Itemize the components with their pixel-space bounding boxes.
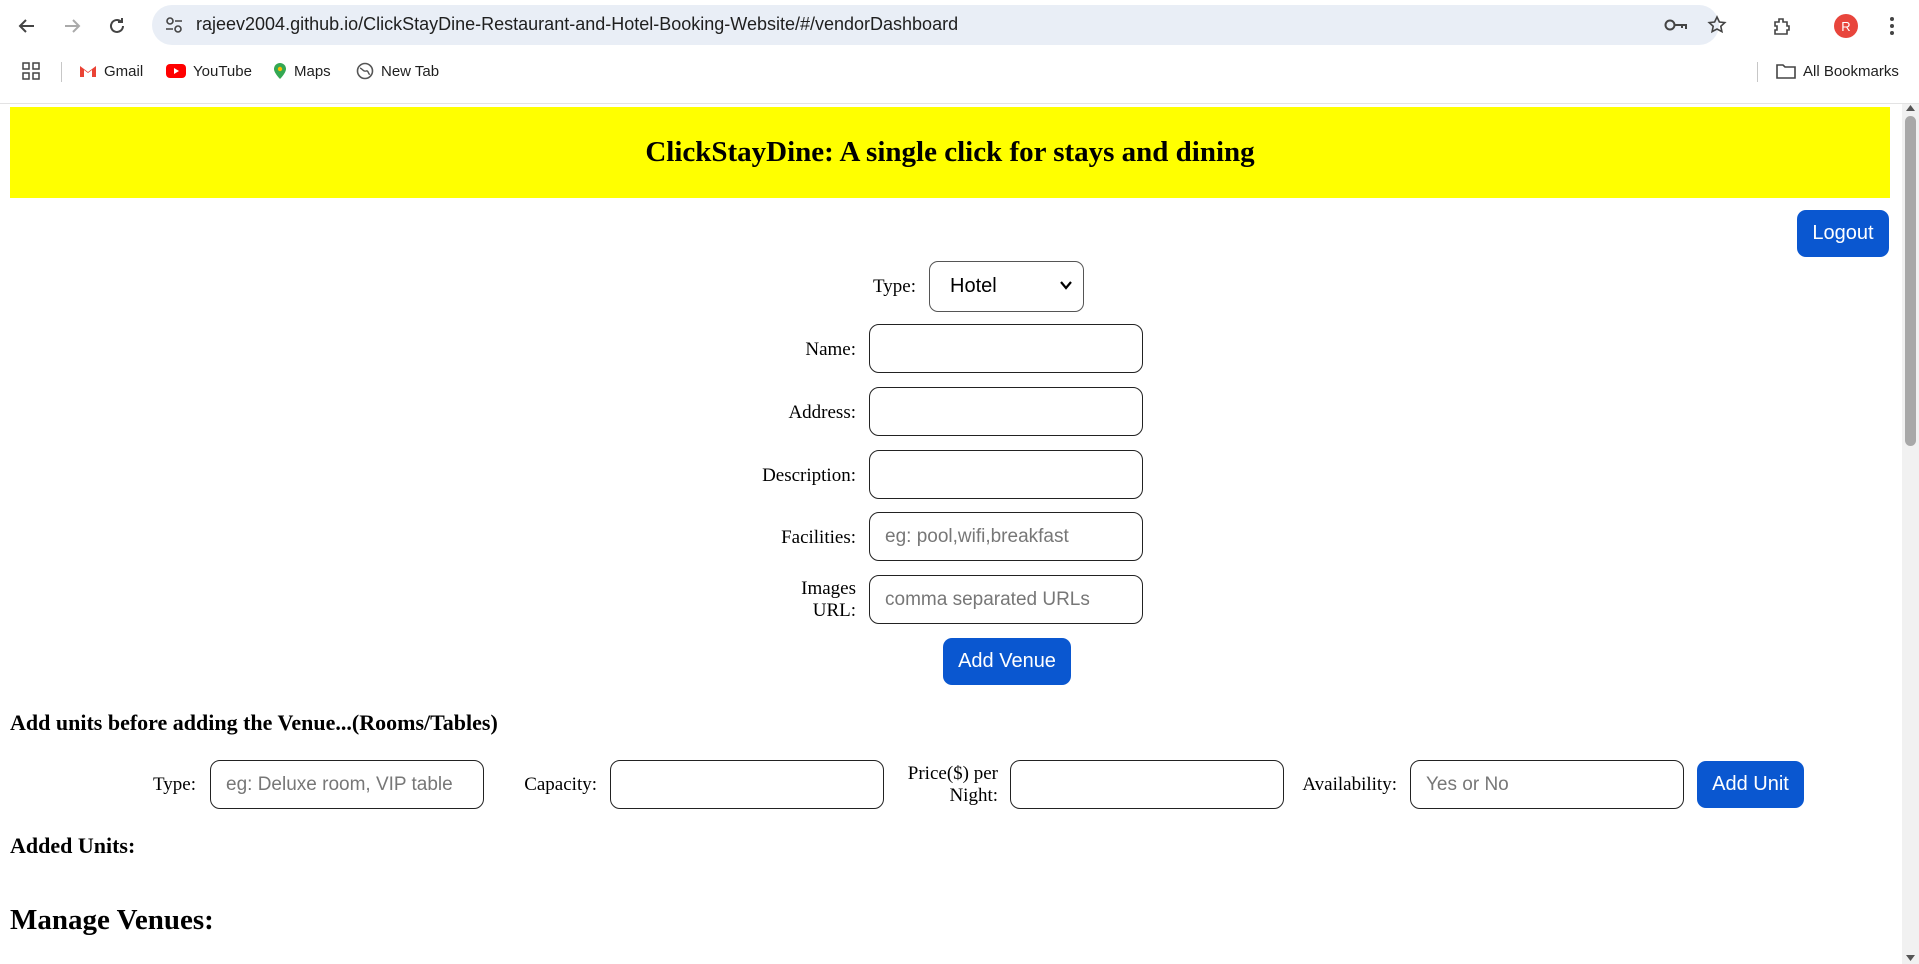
folder-icon	[1776, 64, 1796, 79]
bookmark-new-tab[interactable]: New Tab	[356, 60, 439, 82]
venue-images-input[interactable]	[869, 575, 1143, 624]
availability-label: Availability:	[1302, 774, 1397, 795]
site-title: ClickStayDine: A single click for stays …	[645, 136, 1255, 168]
forward-icon[interactable]	[56, 10, 88, 42]
venue-address-input[interactable]	[869, 387, 1143, 436]
all-bookmarks-label: All Bookmarks	[1803, 62, 1899, 80]
site-header: ClickStayDine: A single click for stays …	[10, 107, 1890, 198]
site-info-icon[interactable]	[162, 13, 186, 37]
images-label-line1: Images	[801, 578, 856, 599]
page-viewport: ClickStayDine: A single click for stays …	[0, 104, 1919, 964]
unit-type-label: Type:	[153, 774, 196, 795]
bookmark-separator	[1757, 62, 1758, 82]
bookmark-label: Gmail	[104, 62, 144, 80]
unit-availability-input[interactable]	[1410, 760, 1684, 809]
password-key-icon[interactable]	[1664, 13, 1688, 37]
maps-pin-icon	[274, 63, 286, 79]
type-label: Type:	[873, 276, 916, 297]
price-label-line1: Price($) per	[907, 763, 998, 784]
scroll-up-icon[interactable]	[1905, 104, 1916, 112]
logout-button[interactable]: Logout	[1797, 210, 1889, 257]
capacity-label: Capacity:	[524, 774, 597, 795]
address-label: Address:	[788, 402, 856, 423]
venue-facilities-input[interactable]	[869, 512, 1143, 561]
page-scrollbar[interactable]	[1902, 104, 1919, 964]
name-label: Name:	[805, 339, 856, 360]
unit-type-input[interactable]	[210, 760, 484, 809]
chevron-down-icon	[1060, 281, 1072, 290]
images-label-line2: URL:	[812, 600, 856, 621]
added-units-heading: Added Units:	[10, 833, 136, 858]
bookmark-label: New Tab	[381, 62, 440, 80]
apps-grid-icon[interactable]	[22, 60, 40, 82]
unit-capacity-input[interactable]	[610, 760, 884, 809]
facilities-label: Facilities:	[781, 527, 856, 548]
description-label: Description:	[762, 465, 856, 486]
reload-icon[interactable]	[101, 10, 133, 42]
venue-type-select[interactable]: Hotel	[929, 261, 1084, 312]
bookmarks-bar: Gmail YouTube Maps New Tab All Bookmarks	[0, 56, 1919, 86]
bookmark-gmail[interactable]: Gmail	[79, 60, 143, 82]
profile-avatar[interactable]: R	[1830, 10, 1862, 42]
bookmark-label: Maps	[294, 62, 331, 80]
browser-toolbar: rajeev2004.github.io/ClickStayDine-Resta…	[0, 0, 1919, 104]
bookmark-label: YouTube	[193, 62, 252, 80]
add-unit-button[interactable]: Add Unit	[1697, 761, 1804, 808]
extensions-icon[interactable]	[1766, 10, 1798, 42]
bookmark-star-icon[interactable]	[1705, 13, 1729, 37]
price-label: Price($) per Night:	[880, 763, 998, 807]
url-text: rajeev2004.github.io/ClickStayDine-Resta…	[196, 14, 959, 34]
add-venue-button[interactable]: Add Venue	[943, 638, 1071, 685]
profile-initial: R	[1834, 14, 1858, 38]
bookmark-youtube[interactable]: YouTube	[166, 60, 252, 82]
images-url-label: Images URL:	[720, 578, 856, 622]
price-label-line2: Night:	[949, 785, 998, 806]
venue-name-input[interactable]	[869, 324, 1143, 373]
venue-type-value: Hotel	[950, 275, 997, 297]
back-icon[interactable]	[11, 10, 43, 42]
scrollbar-thumb[interactable]	[1905, 116, 1916, 446]
menu-icon[interactable]	[1876, 10, 1908, 42]
unit-price-input[interactable]	[1010, 760, 1284, 809]
bookmark-separator	[61, 62, 62, 82]
youtube-icon	[166, 64, 186, 78]
all-bookmarks[interactable]: All Bookmarks	[1776, 60, 1899, 82]
units-heading: Add units before adding the Venue...(Roo…	[10, 710, 498, 735]
address-bar[interactable]: rajeev2004.github.io/ClickStayDine-Resta…	[152, 5, 1727, 45]
globe-icon	[356, 62, 374, 80]
bookmark-maps[interactable]: Maps	[273, 60, 331, 82]
gmail-icon	[80, 66, 96, 77]
venue-description-input[interactable]	[869, 450, 1143, 499]
manage-venues-heading: Manage Venues:	[10, 904, 214, 936]
scroll-down-icon[interactable]	[1905, 954, 1916, 962]
